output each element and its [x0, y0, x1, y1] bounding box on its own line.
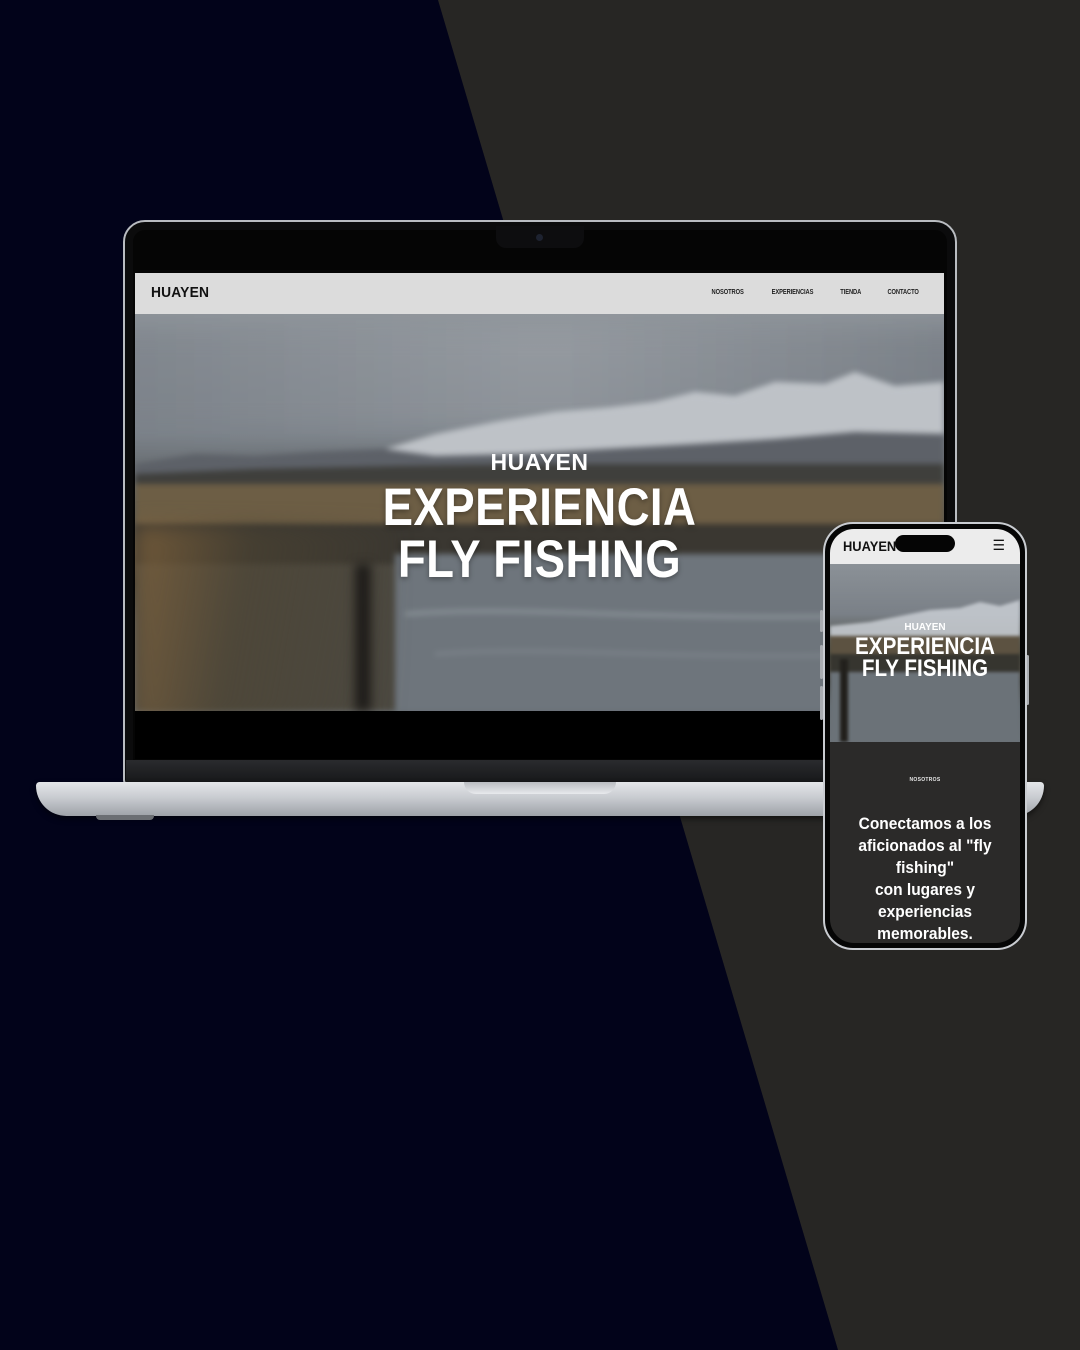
mobile-hero-title: EXPERIENCIA FLY FISHING: [843, 635, 1006, 682]
desktop-navbar: HUAYEN NOSOTROS EXPERIENCIAS TIENDA CONT…: [135, 273, 944, 314]
nav-link-tienda[interactable]: TIENDA: [841, 289, 862, 296]
mobile-hero: HUAYEN EXPERIENCIA FLY FISHING: [830, 564, 1020, 742]
hero-title-line-2: FLY FISHING: [397, 530, 682, 589]
hero-post: [355, 564, 371, 711]
dynamic-island: [895, 535, 955, 552]
desktop-nav-links: NOSOTROS EXPERIENCIAS TIENDA CONTACTO: [708, 289, 922, 296]
mobile-about-section: NOSOTROS Conectamos a los aficionados al…: [830, 742, 1020, 943]
section-label: NOSOTROS: [909, 777, 941, 783]
mobile-logo[interactable]: HUAYEN: [843, 538, 896, 554]
hero-brand: HUAYEN: [490, 449, 589, 475]
mobile-hero-brand: HUAYEN: [904, 622, 946, 633]
camera-icon: [536, 234, 543, 241]
laptop-trackpad-notch: [464, 782, 616, 794]
hero-title-line-1: EXPERIENCIA: [382, 478, 697, 537]
nav-link-contacto[interactable]: CONTACTO: [887, 289, 918, 296]
hamburger-icon[interactable]: ☰: [992, 537, 1005, 554]
mobile-hero-title-line-2: FLY FISHING: [861, 655, 989, 682]
section-body: Conectamos a los aficionados al "fly fis…: [858, 815, 992, 943]
nav-link-nosotros[interactable]: NOSOTROS: [712, 289, 744, 296]
laptop-foot-left: [96, 815, 154, 820]
mobile-screen: HUAYEN ☰ HUAYEN EXPERIENCIA FLY FISHING …: [830, 529, 1020, 943]
desktop-logo[interactable]: HUAYEN: [151, 284, 209, 301]
hero-title: EXPERIENCIA FLY FISHING: [192, 478, 888, 589]
mobile-hero-text: HUAYEN EXPERIENCIA FLY FISHING: [830, 622, 1020, 682]
nav-link-experiencias[interactable]: EXPERIENCIAS: [772, 289, 814, 296]
